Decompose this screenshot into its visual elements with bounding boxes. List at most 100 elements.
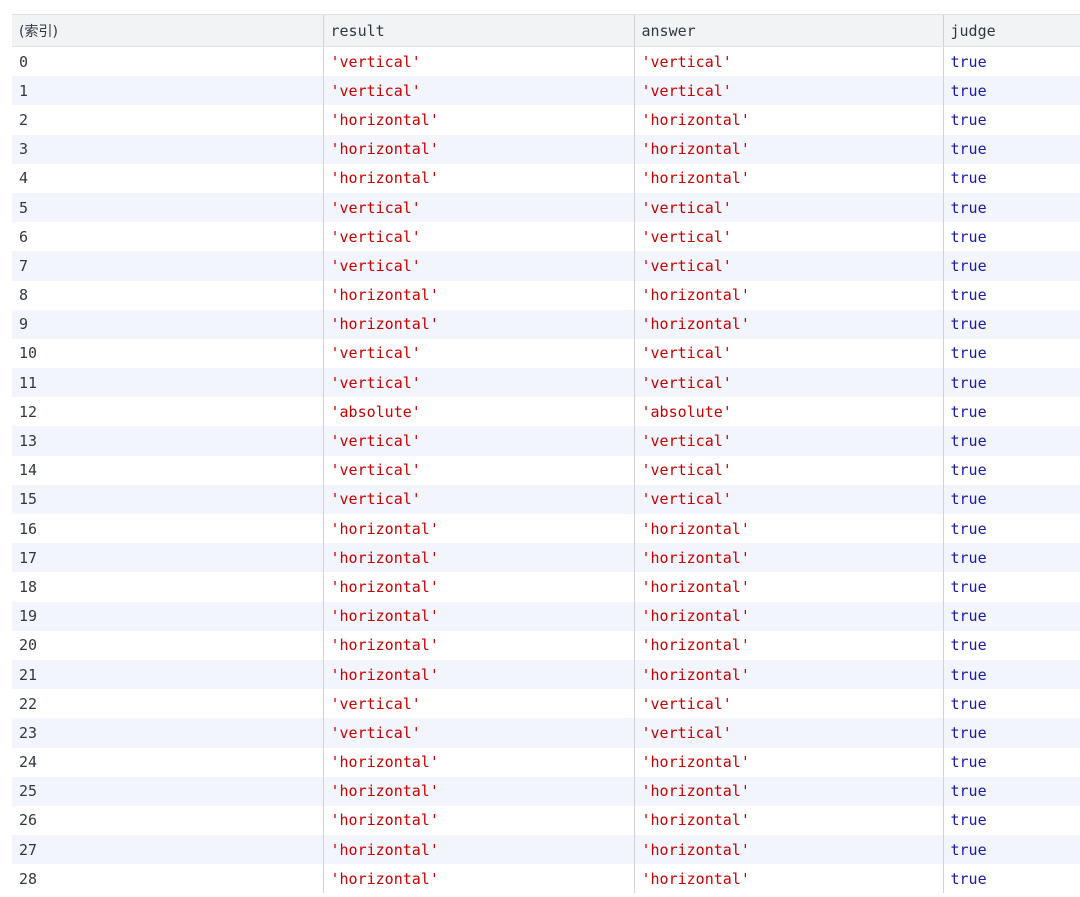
index-cell: 18 bbox=[12, 572, 323, 602]
index-cell: 6 bbox=[12, 222, 323, 252]
table-row: 22'vertical''vertical' true bbox=[12, 689, 1080, 719]
judge-cell: true bbox=[942, 689, 1080, 719]
console-table: (索引) result answer judge 0'vertical''ver… bbox=[12, 14, 1080, 894]
table-row: 13'vertical''vertical' true bbox=[12, 426, 1080, 456]
table-row: 8'horizontal''horizontal' true bbox=[12, 280, 1080, 310]
table-row: 10'vertical''vertical' true bbox=[12, 338, 1080, 369]
index-cell: 1 bbox=[12, 76, 323, 106]
index-cell: 21 bbox=[12, 659, 323, 690]
judge-cell: true bbox=[942, 105, 1080, 135]
table-row: 15'vertical''vertical' true bbox=[12, 484, 1080, 514]
table-row: 12'absolute''absolute' true bbox=[12, 397, 1080, 427]
judge-cell: true bbox=[942, 659, 1080, 690]
result-cell: 'vertical' bbox=[322, 718, 634, 748]
judge-cell: true bbox=[942, 630, 1080, 660]
result-cell: 'horizontal' bbox=[322, 601, 634, 631]
answer-cell: 'horizontal' bbox=[633, 601, 943, 631]
judge-cell: true bbox=[942, 484, 1080, 514]
index-cell: 20 bbox=[12, 630, 323, 660]
result-cell: 'vertical' bbox=[322, 251, 634, 281]
index-cell: 23 bbox=[12, 718, 323, 748]
index-cell: 16 bbox=[12, 514, 323, 544]
result-cell: 'horizontal' bbox=[322, 163, 634, 193]
column-header-judge[interactable]: judge bbox=[942, 15, 1080, 47]
answer-cell: 'horizontal' bbox=[633, 105, 943, 135]
result-cell: 'horizontal' bbox=[322, 105, 634, 135]
result-cell: 'horizontal' bbox=[322, 630, 634, 660]
result-cell: 'absolute' bbox=[322, 397, 634, 427]
index-cell: 14 bbox=[12, 455, 323, 485]
table-row: 17'horizontal''horizontal' true bbox=[12, 543, 1080, 573]
answer-cell: 'horizontal' bbox=[633, 630, 943, 660]
result-cell: 'horizontal' bbox=[322, 659, 634, 690]
index-cell: 5 bbox=[12, 192, 323, 223]
answer-cell: 'horizontal' bbox=[633, 805, 943, 836]
result-cell: 'horizontal' bbox=[322, 747, 634, 777]
answer-cell: 'absolute' bbox=[633, 397, 943, 427]
index-cell: 4 bbox=[12, 163, 323, 193]
judge-cell: true bbox=[942, 601, 1080, 631]
judge-cell: true bbox=[942, 192, 1080, 223]
judge-cell: true bbox=[942, 397, 1080, 427]
judge-cell: true bbox=[942, 309, 1080, 339]
table-row: 11'vertical''vertical' true bbox=[12, 368, 1080, 398]
judge-cell: true bbox=[942, 134, 1080, 164]
index-cell: 19 bbox=[12, 601, 323, 631]
answer-cell: 'horizontal' bbox=[633, 134, 943, 164]
answer-cell: 'vertical' bbox=[633, 76, 943, 106]
table-row: 1'vertical''vertical' true bbox=[12, 76, 1080, 106]
answer-cell: 'vertical' bbox=[633, 484, 943, 514]
result-cell: 'vertical' bbox=[322, 76, 634, 106]
answer-cell: 'vertical' bbox=[633, 426, 943, 456]
data-table: (索引) result answer judge 0'vertical''ver… bbox=[12, 15, 1080, 894]
column-header-index[interactable]: (索引) bbox=[12, 15, 323, 47]
result-cell: 'vertical' bbox=[322, 46, 634, 77]
column-header-result[interactable]: result bbox=[322, 15, 634, 47]
result-cell: 'vertical' bbox=[322, 455, 634, 485]
result-cell: 'horizontal' bbox=[322, 134, 634, 164]
judge-cell: true bbox=[942, 455, 1080, 485]
index-cell: 13 bbox=[12, 426, 323, 456]
index-cell: 8 bbox=[12, 280, 323, 310]
table-header: (索引) result answer judge bbox=[12, 15, 1080, 47]
result-cell: 'vertical' bbox=[322, 426, 634, 456]
answer-cell: 'horizontal' bbox=[633, 659, 943, 690]
table-row: 24'horizontal''horizontal' true bbox=[12, 747, 1080, 777]
judge-cell: true bbox=[942, 280, 1080, 310]
result-cell: 'horizontal' bbox=[322, 514, 634, 544]
index-cell: 22 bbox=[12, 689, 323, 719]
answer-cell: 'horizontal' bbox=[633, 776, 943, 806]
index-cell: 11 bbox=[12, 368, 323, 398]
table-row: 21'horizontal''horizontal' true bbox=[12, 659, 1080, 690]
answer-cell: 'vertical' bbox=[633, 192, 943, 223]
index-cell: 7 bbox=[12, 251, 323, 281]
result-cell: 'horizontal' bbox=[322, 835, 634, 865]
answer-cell: 'horizontal' bbox=[633, 747, 943, 777]
result-cell: 'horizontal' bbox=[322, 309, 634, 339]
table-row: 2'horizontal''horizontal' true bbox=[12, 105, 1080, 135]
answer-cell: 'vertical' bbox=[633, 338, 943, 369]
table-row: 14'vertical''vertical' true bbox=[12, 455, 1080, 485]
index-cell: 25 bbox=[12, 776, 323, 806]
table-row: 0'vertical''vertical' true bbox=[12, 46, 1080, 77]
index-cell: 15 bbox=[12, 484, 323, 514]
judge-cell: true bbox=[942, 543, 1080, 573]
index-cell: 9 bbox=[12, 309, 323, 339]
result-cell: 'vertical' bbox=[322, 192, 634, 223]
result-cell: 'horizontal' bbox=[322, 776, 634, 806]
judge-cell: true bbox=[942, 747, 1080, 777]
answer-cell: 'horizontal' bbox=[633, 163, 943, 193]
answer-cell: 'horizontal' bbox=[633, 543, 943, 573]
table-row: 3'horizontal''horizontal' true bbox=[12, 134, 1080, 164]
table-row: 28'horizontal''horizontal' true bbox=[12, 864, 1080, 894]
result-cell: 'horizontal' bbox=[322, 543, 634, 573]
table-row: 18'horizontal''horizontal' true bbox=[12, 572, 1080, 602]
answer-cell: 'horizontal' bbox=[633, 572, 943, 602]
judge-cell: true bbox=[942, 718, 1080, 748]
answer-cell: 'horizontal' bbox=[633, 514, 943, 544]
table-row: 25'horizontal''horizontal' true bbox=[12, 776, 1080, 806]
index-cell: 0 bbox=[12, 46, 323, 77]
result-cell: 'vertical' bbox=[322, 368, 634, 398]
result-cell: 'vertical' bbox=[322, 689, 634, 719]
column-header-answer[interactable]: answer bbox=[633, 15, 943, 47]
